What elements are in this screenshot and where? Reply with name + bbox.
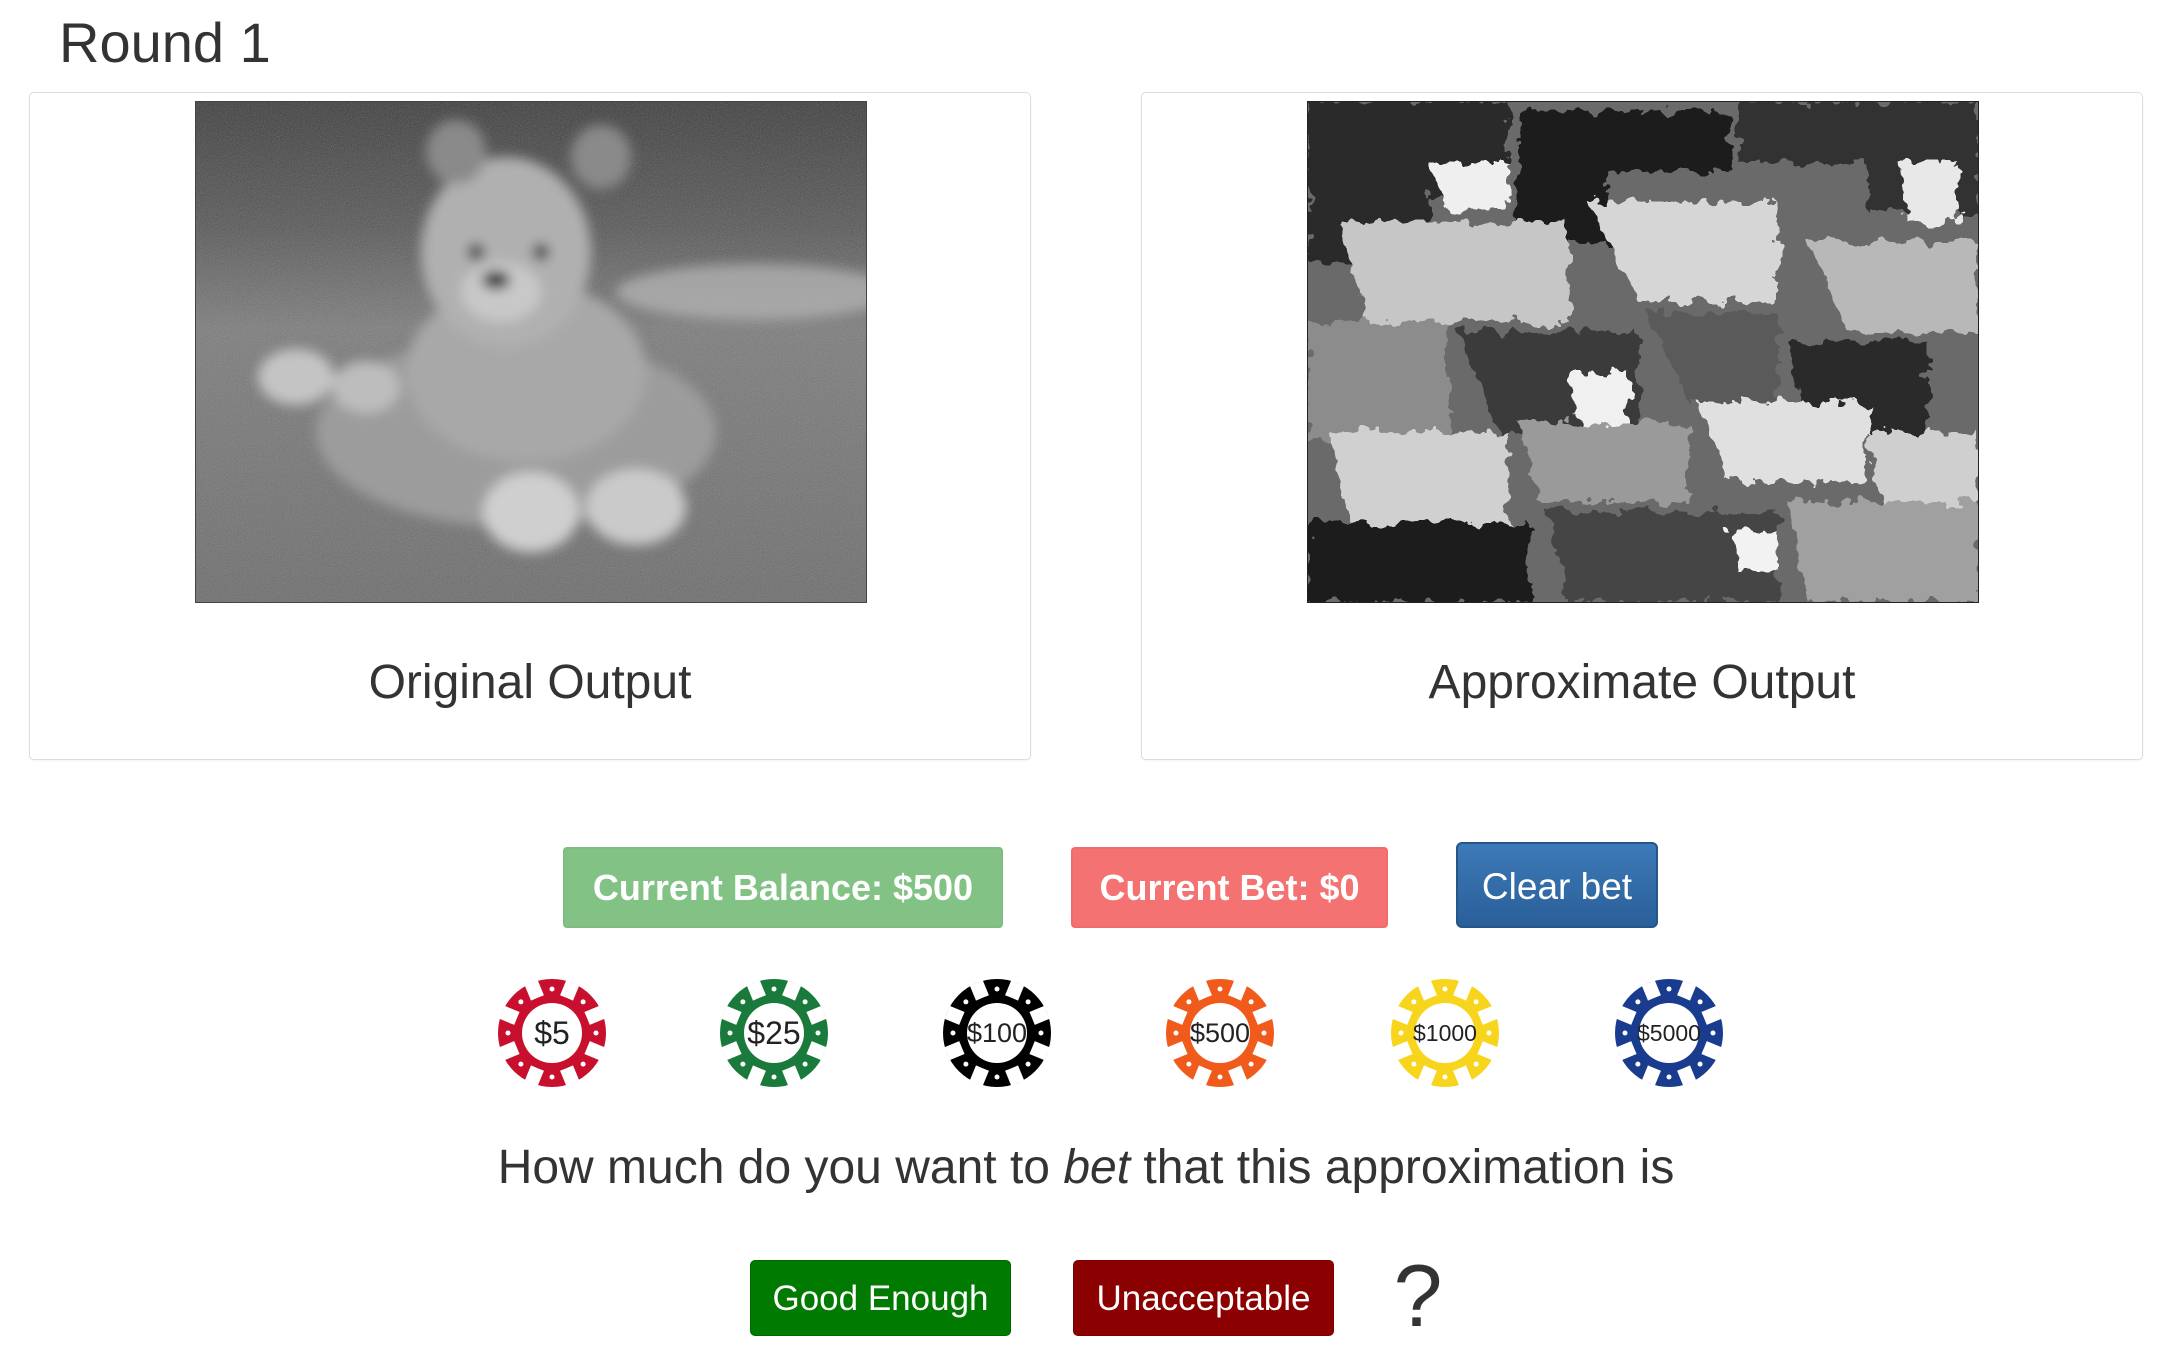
chip-5000-label: $5000 [1637,1020,1701,1046]
bet-question-emphasis: bet [1063,1141,1131,1194]
original-output-panel: Original Output [29,92,1031,760]
chip-5[interactable]: $5 [497,978,607,1088]
bet-question-start: How much do you want to [497,1141,1064,1194]
approximate-output-caption: Approximate Output [1428,656,1856,709]
chip-25-label: $25 [747,1015,801,1051]
chip-500[interactable]: $500 [1165,978,1275,1088]
approximate-output-image [1307,101,1979,603]
chip-row: $5 $25 $100 $500 $1000 $5000 [0,978,2172,1088]
bet-question-end: that this approximation is [1130,1141,1675,1194]
chip-5000[interactable]: $5000 [1614,978,1724,1088]
chip-1000[interactable]: $1000 [1390,978,1500,1088]
round-title: Round 1 [59,11,271,74]
original-output-image [195,101,867,603]
chip-5-label: $5 [534,1015,570,1051]
bet-question: How much do you want to bet that this ap… [0,1138,2172,1198]
original-output-caption: Original Output [368,656,692,709]
approximate-output-panel: Approximate Output [1141,92,2143,760]
chip-100-label: $100 [966,1018,1028,1048]
chip-25[interactable]: $25 [719,978,829,1088]
chip-500-label: $500 [1189,1018,1251,1048]
current-bet-label: Current Bet: $0 [1071,847,1388,928]
unacceptable-button[interactable]: Unacceptable [1073,1260,1334,1336]
chip-100[interactable]: $100 [942,978,1052,1088]
good-enough-button[interactable]: Good Enough [750,1260,1011,1336]
help-question-mark[interactable]: ? [1393,1248,1443,1344]
current-balance-label: Current Balance: $500 [563,847,1003,928]
clear-bet-button[interactable]: Clear bet [1456,842,1658,928]
chip-1000-label: $1000 [1413,1020,1477,1046]
